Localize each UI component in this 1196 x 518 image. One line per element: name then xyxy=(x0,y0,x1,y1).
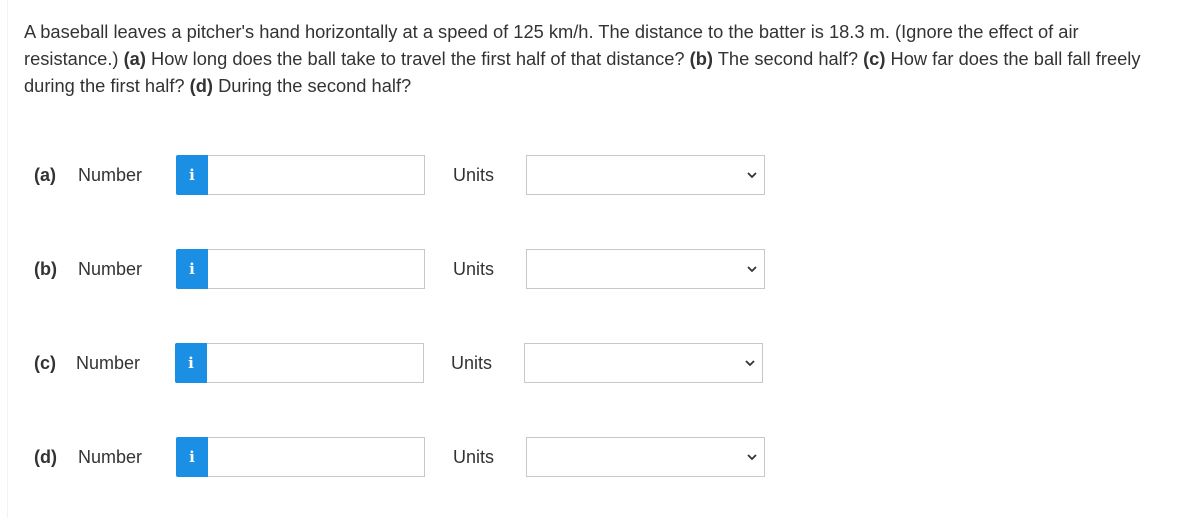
number-label-d: Number xyxy=(78,447,143,467)
info-icon: i xyxy=(188,353,194,372)
info-button-d[interactable]: i xyxy=(176,437,208,477)
number-input-d[interactable] xyxy=(208,437,425,477)
answer-row-a: (a) Number i Units xyxy=(0,155,1196,197)
number-input-b[interactable] xyxy=(208,249,425,289)
info-button-b[interactable]: i xyxy=(176,249,208,289)
units-select-a[interactable] xyxy=(526,155,765,195)
question-part-b-text: The second half? xyxy=(717,48,858,69)
question-part-c-tag: (c) xyxy=(863,48,886,69)
info-button-a[interactable]: i xyxy=(176,155,208,195)
question-part-d-text: During the second half? xyxy=(218,75,412,96)
question-part-a-text: How long does the ball take to travel th… xyxy=(151,48,685,69)
info-icon: i xyxy=(189,165,195,184)
answer-row-d: (d) Number i Units xyxy=(0,437,1196,479)
number-label-a: Number xyxy=(78,165,143,185)
units-select-d[interactable] xyxy=(526,437,765,477)
question-part-b-tag: (b) xyxy=(689,48,713,69)
units-label-d: Units xyxy=(453,447,495,467)
chevron-down-icon xyxy=(747,172,757,179)
question-page: A baseball leaves a pitcher's hand horiz… xyxy=(0,0,1196,518)
number-input-a[interactable] xyxy=(208,155,425,195)
units-select-b[interactable] xyxy=(526,249,765,289)
question-part-a-tag: (a) xyxy=(123,48,146,69)
info-icon: i xyxy=(189,259,195,278)
part-label-d: (d) xyxy=(34,447,57,467)
units-select-c[interactable] xyxy=(524,343,763,383)
chevron-down-icon xyxy=(747,266,757,273)
number-label-c: Number xyxy=(76,353,141,373)
question-part-d-tag: (d) xyxy=(189,75,213,96)
number-label-b: Number xyxy=(78,259,143,279)
number-input-c[interactable] xyxy=(207,343,424,383)
units-label-a: Units xyxy=(453,165,495,185)
units-label-c: Units xyxy=(451,353,493,373)
info-button-c[interactable]: i xyxy=(175,343,207,383)
answer-row-c: (c) Number i Units xyxy=(0,343,1196,385)
part-label-b: (b) xyxy=(34,259,57,279)
part-label-c: (c) xyxy=(34,353,56,373)
question-text: A baseball leaves a pitcher's hand horiz… xyxy=(24,18,1174,99)
chevron-down-icon xyxy=(745,360,755,367)
chevron-down-icon xyxy=(747,454,757,461)
part-label-a: (a) xyxy=(34,165,56,185)
answer-row-b: (b) Number i Units xyxy=(0,249,1196,291)
info-icon: i xyxy=(189,447,195,466)
units-label-b: Units xyxy=(453,259,495,279)
